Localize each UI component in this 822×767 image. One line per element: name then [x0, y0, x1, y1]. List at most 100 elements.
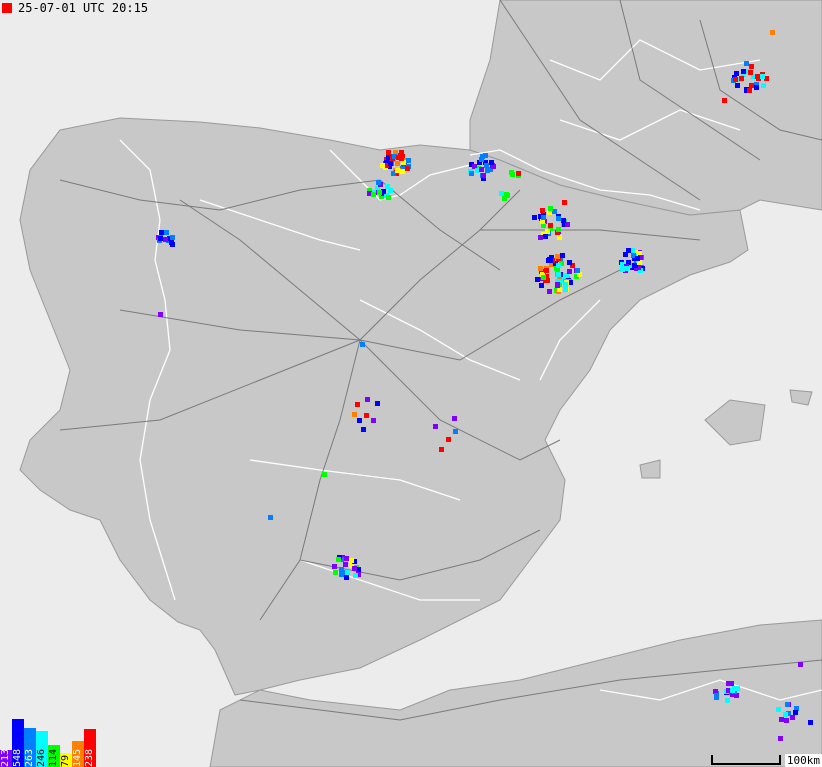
lightning-strike — [371, 418, 376, 423]
lightning-strike — [339, 567, 344, 572]
lightning-strike — [556, 263, 561, 268]
lightning-strike — [760, 74, 765, 79]
lightning-strike — [624, 266, 629, 271]
lightning-strike — [158, 312, 163, 317]
timestamp-label: 25-07-01 UTC 20:15 — [0, 0, 148, 16]
lightning-strike — [439, 447, 444, 452]
lightning-strike — [563, 287, 568, 292]
legend-count: 238 — [84, 748, 95, 767]
lightning-strike — [433, 424, 438, 429]
lightning-strike — [170, 242, 175, 247]
legend-count: 213 — [0, 748, 11, 767]
lightning-strike — [562, 200, 567, 205]
legend-count: 114 — [48, 748, 59, 767]
lightning-strike — [268, 515, 273, 520]
menorca — [789, 389, 813, 406]
lightning-strike — [352, 566, 357, 571]
lightning-strike — [548, 223, 553, 228]
lightning-strike — [380, 163, 385, 168]
lightning-strike — [376, 180, 381, 185]
lightning-strike — [730, 688, 735, 693]
lightning-strike — [784, 718, 789, 723]
lightning-strike — [499, 191, 504, 196]
lightning-strike — [545, 229, 550, 234]
lightning-strike — [406, 158, 411, 163]
lightning-strike — [749, 83, 754, 88]
lightning-strike — [344, 575, 349, 580]
lightning-strike — [343, 562, 348, 567]
legend-bar-3: 246 — [36, 731, 48, 767]
lightning-strike — [532, 215, 537, 220]
lightning-strike — [776, 707, 781, 712]
timestamp-swatch — [2, 3, 12, 13]
lightning-strike — [748, 70, 753, 75]
lightning-strike — [749, 64, 754, 69]
lightning-strike — [783, 712, 788, 717]
lightning-strike — [547, 289, 552, 294]
lightning-strike — [739, 76, 744, 81]
lightning-strike — [555, 254, 560, 259]
lightning-strike — [405, 166, 410, 171]
lightning-strike — [353, 573, 358, 578]
lightning-strike — [336, 557, 341, 562]
lightning-strike — [446, 437, 451, 442]
lightning-strike — [560, 253, 565, 258]
legend-count: 145 — [72, 748, 83, 767]
lightning-strike — [360, 342, 365, 347]
lightning-strike — [555, 283, 560, 288]
lightning-strike — [322, 472, 327, 477]
lightning-strike — [479, 157, 484, 162]
lightning-strike — [485, 168, 490, 173]
lightning-strike — [744, 61, 749, 66]
lightning-strike — [516, 171, 521, 176]
lightning-strike — [452, 416, 457, 421]
lightning-strike — [371, 192, 376, 197]
lightning-strike — [361, 427, 366, 432]
lightning-strike — [563, 282, 568, 287]
lightning-map — [0, 0, 822, 767]
scale-line — [710, 755, 781, 765]
lightning-strike — [170, 235, 175, 240]
lightning-strike — [399, 150, 404, 155]
lightning-strike — [332, 564, 337, 569]
lightning-strike — [544, 268, 549, 273]
legend-count: 79 — [60, 754, 71, 767]
lightning-strike — [333, 570, 338, 575]
lightning-strike — [556, 272, 561, 277]
lightning-strike — [388, 161, 393, 166]
lightning-strike — [540, 208, 545, 213]
lightning-strike — [349, 558, 354, 563]
lightning-strike — [761, 83, 766, 88]
scale-label: 100km — [784, 754, 822, 767]
lightning-strike — [754, 85, 759, 90]
lightning-strike — [355, 402, 360, 407]
lightning-strike — [163, 237, 168, 242]
lightning-strike — [395, 168, 400, 173]
lightning-strike — [395, 161, 400, 166]
lightning-strike — [158, 236, 163, 241]
lightning-strike — [541, 215, 546, 220]
lightning-strike — [479, 167, 484, 172]
lightning-strike — [747, 88, 752, 93]
lightning-strike — [535, 277, 540, 282]
lightning-strike — [159, 230, 164, 235]
legend-bar-7: 238 — [84, 729, 96, 767]
lightning-strike — [722, 98, 727, 103]
lightning-strike — [543, 234, 548, 239]
lightning-strike — [741, 69, 746, 74]
lightning-strike — [567, 269, 572, 274]
lightning-strike — [375, 401, 380, 406]
lightning-strike — [344, 556, 349, 561]
lightning-strike — [790, 715, 795, 720]
legend-count: 263 — [24, 748, 35, 767]
lightning-strike — [785, 702, 790, 707]
lightning-strike — [538, 235, 543, 240]
lightning-strike — [484, 163, 489, 168]
lightning-strike — [489, 160, 494, 165]
legend-bar-6: 145 — [72, 741, 84, 767]
lightning-strike — [567, 260, 572, 265]
lightning-strike — [635, 256, 640, 261]
lightning-strike — [548, 206, 553, 211]
lightning-strike — [808, 720, 813, 725]
lightning-strike — [385, 184, 390, 189]
